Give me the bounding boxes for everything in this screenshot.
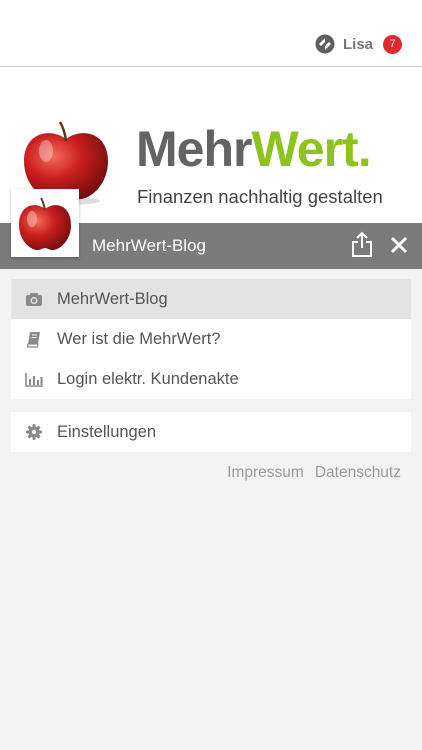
brand-name-part2: Wert	[251, 121, 358, 177]
user-menu[interactable]: Lisa 7	[315, 33, 402, 55]
brand-name-part1: Mehr	[136, 121, 252, 177]
gear-icon	[24, 422, 44, 442]
menu-item-label: Login elektr. Kundenakte	[57, 369, 239, 388]
menu-item-label: Einstellungen	[57, 422, 157, 441]
footer-links: Impressum Datenschutz	[227, 464, 401, 482]
bar-chart-icon	[24, 369, 44, 389]
menu-item-login[interactable]: Login elektr. Kundenakte	[11, 359, 411, 399]
share-icon[interactable]	[350, 231, 374, 259]
brand-dot: .	[357, 121, 372, 177]
page-title: MehrWert-Blog	[92, 236, 206, 255]
menu-item-label: MehrWert-Blog	[57, 289, 168, 308]
menu-item-settings[interactable]: Einstellungen	[11, 412, 411, 452]
menu-item-blog[interactable]: MehrWert-Blog	[11, 279, 411, 319]
app-logo-icon	[315, 34, 335, 54]
impressum-link[interactable]: Impressum	[227, 464, 304, 481]
avatar	[11, 189, 79, 257]
main-menu: MehrWert-Blog Wer ist die MehrWert? Logi…	[11, 279, 411, 399]
notification-badge[interactable]: 7	[383, 34, 402, 54]
datenschutz-link[interactable]: Datenschutz	[315, 464, 401, 481]
book-icon	[24, 329, 44, 349]
menu-item-about[interactable]: Wer ist die MehrWert?	[11, 319, 411, 359]
camera-icon	[24, 289, 44, 309]
top-bar: Lisa 7	[0, 0, 422, 67]
settings-menu: Einstellungen	[11, 412, 411, 452]
brand-logo: MehrWert.	[136, 119, 372, 179]
apple-thumbnail	[19, 197, 71, 251]
menu-item-label: Wer ist die MehrWert?	[57, 329, 221, 348]
user-name[interactable]: Lisa	[343, 36, 373, 53]
menu-panel: MehrWert-Blog Wer ist die MehrWert? Logi…	[0, 269, 422, 750]
close-icon[interactable]	[389, 235, 409, 255]
brand-tagline: Finanzen nachhaltig gestalten	[137, 186, 383, 207]
